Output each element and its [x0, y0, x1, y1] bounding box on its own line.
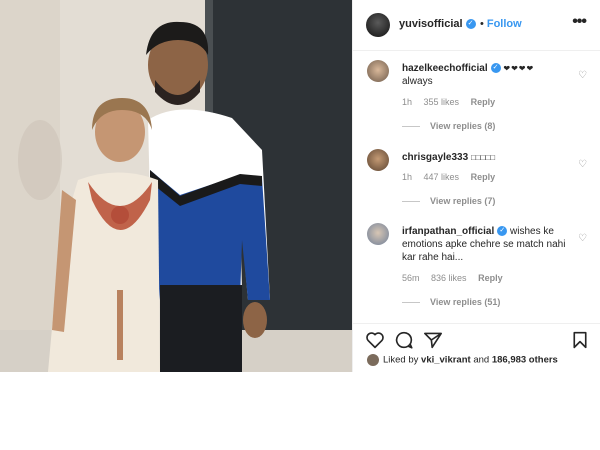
comment-likes[interactable]: 355 likes — [424, 97, 460, 107]
replies-divider — [402, 126, 420, 128]
commenter-avatar[interactable] — [367, 149, 389, 171]
view-replies-link[interactable]: View replies (8) — [402, 121, 495, 131]
comment-time[interactable]: 1h — [402, 97, 412, 107]
author-username-text[interactable]: yuvisofficial — [399, 18, 463, 30]
commenter-username[interactable]: hazelkeechofficial — [402, 63, 488, 74]
verified-badge-icon: ✓ — [465, 19, 476, 30]
comment-likes[interactable]: 836 likes — [431, 273, 467, 283]
follow-button[interactable]: • Follow — [480, 18, 522, 30]
view-replies-link[interactable]: View replies (51) — [402, 297, 500, 307]
comment-body: hazelkeechofficial ✓ ❤❤❤❤ always — [402, 62, 567, 88]
reply-button[interactable]: Reply — [471, 172, 496, 182]
comment-meta: 1h 447 likes Reply — [402, 172, 504, 182]
comment-icon[interactable] — [394, 331, 414, 349]
author-username[interactable]: yuvisofficial ✓ — [399, 18, 476, 30]
comment-meta: 1h 355 likes Reply — [402, 97, 504, 107]
comment-like-heart-icon[interactable]: ♡ — [578, 159, 587, 170]
commenter-username[interactable]: irfanpathan_official — [402, 226, 494, 237]
photo-illustration — [0, 0, 352, 372]
reply-button[interactable]: Reply — [478, 273, 503, 283]
replies-divider — [402, 302, 420, 304]
reply-button[interactable]: Reply — [471, 97, 496, 107]
comment-likes[interactable]: 447 likes — [424, 172, 460, 182]
post-photo[interactable] — [0, 0, 352, 372]
view-replies-label[interactable]: View replies (8) — [430, 121, 495, 131]
liker-avatar[interactable] — [367, 354, 379, 366]
liker-username[interactable]: vki_vikrant — [421, 355, 471, 366]
post-header: yuvisofficial ✓ • Follow ••• — [353, 0, 600, 51]
comment-meta: 56m 836 likes Reply — [402, 273, 512, 283]
verified-badge-icon: ✓ — [497, 226, 508, 237]
author-avatar[interactable] — [366, 13, 390, 37]
commenter-username[interactable]: chrisgayle333 — [402, 152, 468, 163]
bookmark-icon[interactable] — [571, 331, 589, 349]
liked-by-prefix: Liked by — [383, 354, 419, 366]
comment-text: □□□□□ — [470, 153, 496, 162]
liked-by-and: and — [473, 354, 490, 366]
view-replies-link[interactable]: View replies (7) — [402, 196, 495, 206]
comment-body: irfanpathan_official ✓ wishes ke emotions… — [402, 225, 567, 264]
instagram-post: yuvisofficial ✓ • Follow ••• hazelkeechoff… — [0, 0, 600, 372]
replies-divider — [402, 201, 420, 203]
more-horizontal-icon[interactable]: ••• — [572, 13, 587, 31]
post-actions-bar — [353, 323, 600, 354]
comment-like-heart-icon[interactable]: ♡ — [578, 70, 587, 81]
liked-by-summary: Liked by vki_vikrant and 186,983 others — [367, 354, 558, 366]
likes-count[interactable]: 186,983 others — [492, 355, 558, 366]
comments-list: hazelkeechofficial ✓ ❤❤❤❤ always ♡ 1h 355… — [353, 51, 600, 323]
post-side-panel: yuvisofficial ✓ • Follow ••• hazelkeechoff… — [352, 0, 600, 372]
view-replies-label[interactable]: View replies (7) — [430, 196, 495, 206]
commenter-avatar[interactable] — [367, 60, 389, 82]
comment-time[interactable]: 1h — [402, 172, 412, 182]
comment-text-line2: always — [402, 76, 433, 87]
heart-icon[interactable] — [365, 331, 385, 349]
comment-like-heart-icon[interactable]: ♡ — [578, 233, 587, 244]
verified-badge-icon: ✓ — [490, 63, 501, 74]
comment-text: ❤❤❤❤ — [503, 64, 535, 73]
dot-separator: • — [480, 18, 484, 30]
follow-label[interactable]: Follow — [487, 18, 522, 30]
share-icon[interactable] — [423, 331, 443, 349]
comment-time[interactable]: 56m — [402, 273, 420, 283]
view-replies-label[interactable]: View replies (51) — [430, 297, 500, 307]
commenter-avatar[interactable] — [367, 223, 389, 245]
comment-body: chrisgayle333 □□□□□ — [402, 151, 567, 164]
